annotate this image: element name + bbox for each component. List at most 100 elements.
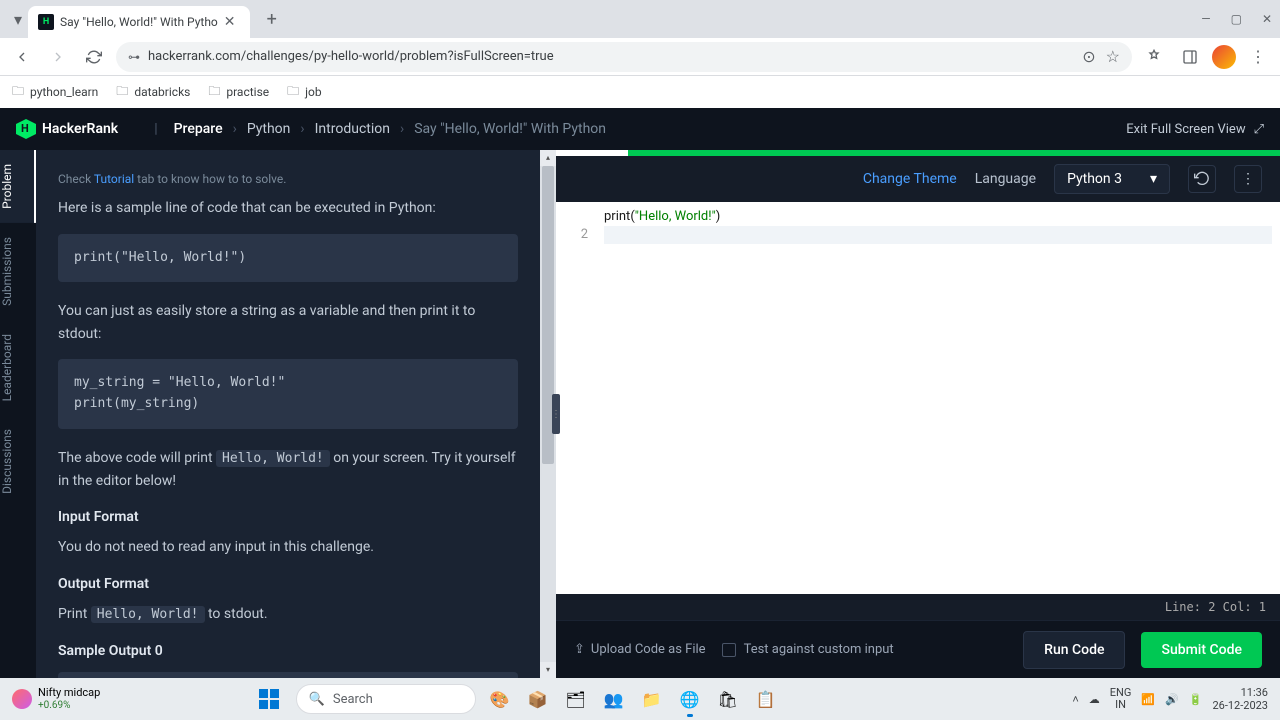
code-block: print("Hello, World!") bbox=[58, 234, 518, 283]
side-tab-submissions[interactable]: Submissions bbox=[0, 223, 36, 320]
browser-tab[interactable]: H Say "Hello, World!" With Pytho ✕ bbox=[28, 6, 250, 38]
tray-volume-icon[interactable]: 🔊 bbox=[1165, 693, 1179, 706]
folder-icon: 🗀 bbox=[116, 82, 128, 103]
line-gutter: 2 bbox=[556, 202, 596, 594]
new-tab-button[interactable]: + bbox=[258, 5, 286, 33]
code-line: print("Hello, World!") bbox=[604, 208, 1272, 226]
extensions-icon[interactable] bbox=[1140, 43, 1168, 71]
windows-logo-icon bbox=[259, 689, 279, 709]
taskbar-app-icon[interactable]: 📋 bbox=[750, 683, 782, 715]
system-tray: ˄ ☁ ENG IN 📶 🔊 🔋 11:36 26-12-2023 bbox=[1072, 686, 1268, 712]
forward-button[interactable] bbox=[44, 43, 72, 71]
side-panel-icon[interactable] bbox=[1176, 43, 1204, 71]
favicon-icon: H bbox=[38, 14, 54, 30]
sample-output-block: Hello, World! bbox=[58, 672, 518, 678]
tray-chevron-icon[interactable]: ˄ bbox=[1072, 693, 1078, 706]
chrome-menu-icon[interactable]: ⋮ bbox=[1244, 43, 1272, 71]
editor-status-bar: Line: 2 Col: 1 bbox=[556, 594, 1280, 620]
custom-input-toggle[interactable]: Test against custom input bbox=[722, 642, 894, 657]
side-tab-discussions[interactable]: Discussions bbox=[0, 415, 36, 508]
checkbox-icon[interactable] bbox=[722, 643, 736, 657]
side-tab-problem[interactable]: Problem bbox=[0, 150, 36, 223]
panel-resize-handle[interactable] bbox=[552, 394, 560, 434]
taskbar-store-icon[interactable]: 🛍 bbox=[712, 683, 744, 715]
password-key-icon[interactable]: ⊙ bbox=[1082, 47, 1095, 66]
progress-bar bbox=[556, 150, 1280, 156]
tab-search-dropdown[interactable]: ▾ bbox=[8, 9, 28, 29]
reload-button[interactable] bbox=[80, 43, 108, 71]
side-tab-strip: Problem Submissions Leaderboard Discussi… bbox=[0, 150, 36, 678]
taskbar-app-icon[interactable]: 🎨 bbox=[484, 683, 516, 715]
taskbar-folder-icon[interactable]: 📁 bbox=[636, 683, 668, 715]
upload-code-link[interactable]: ⇪ Upload Code as File bbox=[574, 642, 706, 657]
windows-taskbar: Nifty midcap +0.69% 🔍 Search 🎨 📦 🗂 👥 📁 🌐… bbox=[0, 678, 1280, 720]
taskbar-teams-icon[interactable]: 👥 bbox=[598, 683, 630, 715]
submit-code-button[interactable]: Submit Code bbox=[1141, 632, 1262, 668]
scroll-down-icon[interactable]: ▾ bbox=[540, 662, 556, 678]
problem-paragraph: You can just as easily store a string as… bbox=[58, 300, 518, 345]
chevron-down-icon: ▾ bbox=[1150, 171, 1157, 187]
code-line-current bbox=[604, 226, 1272, 244]
minimize-icon[interactable]: — bbox=[1201, 12, 1210, 26]
chevron-right-icon: › bbox=[233, 121, 237, 137]
back-button[interactable] bbox=[8, 43, 36, 71]
collapse-icon: ⤢ bbox=[1254, 122, 1264, 137]
exit-fullscreen-button[interactable]: Exit Full Screen View ⤢ bbox=[1126, 122, 1264, 137]
stock-widget[interactable]: Nifty midcap +0.69% bbox=[12, 687, 100, 710]
editor-panel: Change Theme Language Python 3 ▾ ⋮ 2 pri… bbox=[556, 150, 1280, 678]
taskbar-app-icon[interactable]: 📦 bbox=[522, 683, 554, 715]
taskbar-clock[interactable]: 11:36 26-12-2023 bbox=[1212, 686, 1268, 712]
editor-footer: ⇪ Upload Code as File Test against custo… bbox=[556, 620, 1280, 678]
breadcrumb-python[interactable]: Python bbox=[247, 121, 291, 137]
breadcrumb-prepare[interactable]: Prepare bbox=[174, 121, 223, 137]
hackerrank-body: Problem Submissions Leaderboard Discussi… bbox=[0, 150, 1280, 678]
tutorial-link[interactable]: Tutorial bbox=[94, 172, 134, 186]
editor-toolbar: Change Theme Language Python 3 ▾ ⋮ bbox=[556, 156, 1280, 202]
bookmark-job[interactable]: 🗀job bbox=[287, 82, 321, 103]
side-tab-leaderboard[interactable]: Leaderboard bbox=[0, 320, 36, 415]
progress-segment bbox=[556, 150, 628, 156]
address-bar[interactable]: ⊶ hackerrank.com/challenges/py-hello-wor… bbox=[116, 42, 1132, 72]
tray-battery-icon[interactable]: 🔋 bbox=[1189, 693, 1203, 706]
problem-panel: Check Tutorial tab to know how to to sol… bbox=[36, 150, 556, 678]
hackerrank-logo-icon bbox=[16, 119, 36, 139]
language-select[interactable]: Python 3 ▾ bbox=[1054, 164, 1170, 194]
editor-menu-icon[interactable]: ⋮ bbox=[1234, 165, 1262, 193]
taskbar-explorer-icon[interactable]: 🗂 bbox=[560, 683, 592, 715]
run-code-button[interactable]: Run Code bbox=[1023, 631, 1125, 669]
hackerrank-logo[interactable]: HackerRank bbox=[16, 119, 118, 139]
stock-icon bbox=[12, 689, 32, 709]
taskbar-search[interactable]: 🔍 Search bbox=[296, 684, 476, 714]
site-info-icon[interactable]: ⊶ bbox=[128, 50, 140, 64]
url-text: hackerrank.com/challenges/py-hello-world… bbox=[148, 49, 1074, 64]
close-tab-icon[interactable]: ✕ bbox=[224, 14, 240, 30]
browser-toolbar: ⊶ hackerrank.com/challenges/py-hello-wor… bbox=[0, 38, 1280, 76]
taskbar-chrome-icon[interactable]: 🌐 bbox=[674, 683, 706, 715]
code-area[interactable]: print("Hello, World!") bbox=[596, 202, 1280, 594]
bookmark-practise[interactable]: 🗀practise bbox=[208, 82, 269, 103]
maximize-icon[interactable]: ▢ bbox=[1231, 12, 1242, 26]
change-theme-link[interactable]: Change Theme bbox=[863, 171, 957, 187]
bookmark-star-icon[interactable]: ☆ bbox=[1106, 47, 1120, 66]
hackerrank-header: HackerRank | Prepare › Python › Introduc… bbox=[0, 108, 1280, 150]
scroll-up-icon[interactable]: ▴ bbox=[540, 150, 556, 166]
bookmark-python-learn[interactable]: 🗀python_learn bbox=[12, 82, 98, 103]
close-window-icon[interactable]: ✕ bbox=[1262, 12, 1272, 26]
problem-paragraph: Print Hello, World! to stdout. bbox=[58, 603, 518, 626]
section-heading-sample: Sample Output 0 bbox=[58, 640, 518, 662]
tab-title: Say "Hello, World!" With Pytho bbox=[60, 15, 218, 29]
start-button[interactable] bbox=[250, 683, 288, 715]
chevron-right-icon: › bbox=[300, 121, 304, 137]
bookmark-databricks[interactable]: 🗀databricks bbox=[116, 82, 190, 103]
problem-content: Check Tutorial tab to know how to to sol… bbox=[36, 150, 540, 678]
bookmarks-bar: 🗀python_learn 🗀databricks 🗀practise 🗀job bbox=[0, 76, 1280, 108]
tutorial-hint: Check Tutorial tab to know how to to sol… bbox=[58, 170, 518, 189]
reset-code-icon[interactable] bbox=[1188, 165, 1216, 193]
tray-wifi-icon[interactable]: 📶 bbox=[1141, 693, 1155, 706]
breadcrumb-introduction[interactable]: Introduction bbox=[315, 121, 390, 137]
taskbar-pinned-apps: 🎨 📦 🗂 👥 📁 🌐 🛍 📋 bbox=[484, 683, 782, 715]
chevron-right-icon: › bbox=[400, 121, 404, 137]
code-editor[interactable]: 2 print("Hello, World!") bbox=[556, 202, 1280, 594]
profile-avatar[interactable] bbox=[1212, 45, 1236, 69]
tray-onedrive-icon[interactable]: ☁ bbox=[1089, 693, 1100, 706]
